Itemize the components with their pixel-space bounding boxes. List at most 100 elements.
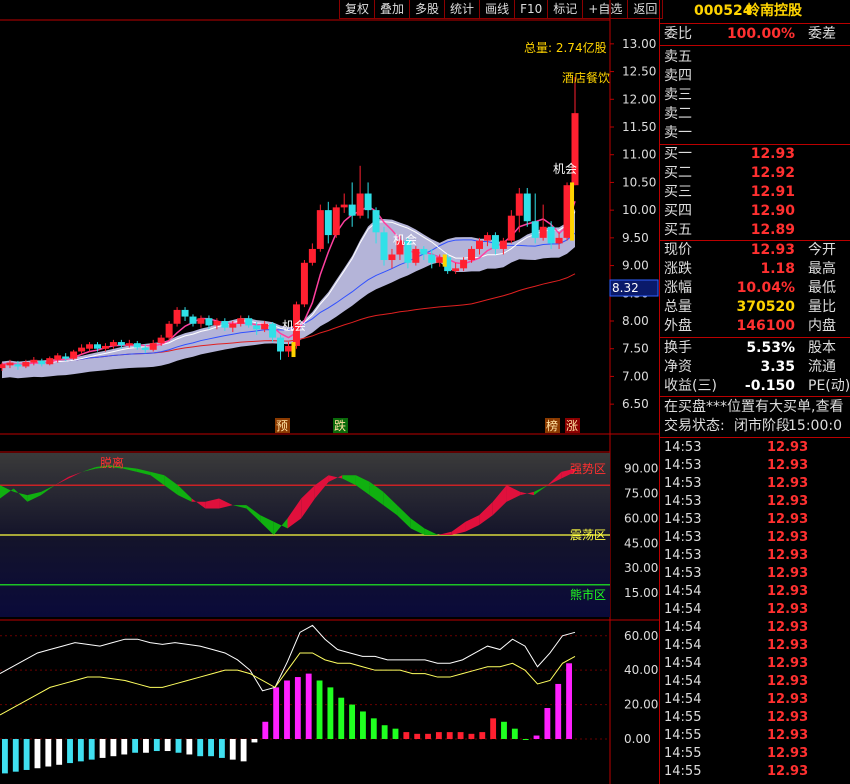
- toolbar-diejia-button[interactable]: 叠加: [374, 0, 411, 19]
- stat-label: 净资: [664, 359, 692, 375]
- stat-label2: 内盘: [808, 318, 836, 334]
- sell-1: 卖一: [664, 125, 692, 141]
- notice-text: 在买盘***位置有大买单,查看: [664, 399, 844, 415]
- tick-time: 14:53: [664, 440, 702, 455]
- tick-price: 12.93: [767, 566, 809, 581]
- candle-body: [221, 321, 229, 328]
- candle-body: [563, 185, 571, 238]
- y-tick-label: 12.00: [622, 92, 656, 106]
- candle-body: [181, 309, 189, 317]
- candle-body: [149, 343, 157, 350]
- toolbar-tongji-button[interactable]: 统计: [444, 0, 481, 19]
- sell-3: 卖三: [664, 87, 692, 103]
- candle-body: [189, 316, 197, 324]
- macd-bar: [45, 738, 52, 767]
- signal-bar: [570, 182, 575, 241]
- tick-row: 14:54 12.93: [662, 673, 850, 691]
- macd-bar: [218, 738, 225, 758]
- tick-time: 14:55: [664, 710, 702, 725]
- candle-body: [300, 262, 308, 305]
- toolbar-biaoji-button[interactable]: 标记: [547, 0, 584, 19]
- tick-time: 14:53: [664, 512, 702, 527]
- sell-2: 卖二: [664, 106, 692, 122]
- candle-body: [38, 360, 46, 365]
- macd-bar: [403, 732, 410, 739]
- stat-label2: 最低: [808, 280, 836, 296]
- y-tick-label: 30.00: [624, 561, 658, 575]
- macd-bar: [110, 738, 117, 757]
- tick-price: 12.93: [767, 530, 809, 545]
- y-tick-label: 60.00: [624, 511, 658, 525]
- macd-bar: [56, 738, 63, 765]
- zone-label: 强势区: [570, 462, 606, 476]
- macd-bar: [533, 735, 540, 739]
- text-label: 脱离: [100, 455, 124, 470]
- candle-body: [340, 204, 348, 208]
- candle-body: [165, 323, 173, 338]
- sell-4: 卖四: [664, 68, 692, 84]
- macd-bar: [338, 697, 345, 739]
- y-tick-label: 0.00: [624, 732, 651, 746]
- candle-body: [197, 318, 205, 324]
- macd-bar: [186, 738, 193, 755]
- candle-body: [539, 226, 547, 238]
- toolbar-fanhui-button[interactable]: 返回: [627, 0, 664, 19]
- candle-body: [460, 260, 468, 269]
- notice-row[interactable]: 在买盘***位置有大买单,查看: [662, 398, 850, 417]
- candle-body: [101, 345, 109, 349]
- stat-row: 外盘 146100 内盘: [662, 317, 850, 336]
- stat-row: 总量 370520 量比: [662, 298, 850, 317]
- tick-row: 14:54 12.93: [662, 691, 850, 709]
- tick-row: 14:53 12.93: [662, 457, 850, 475]
- tick-time: 14:55: [664, 728, 702, 743]
- tick-time: 14:53: [664, 476, 702, 491]
- macd-bar: [370, 718, 377, 739]
- macd-bar: [208, 738, 214, 757]
- tick-row: 14:53 12.93: [662, 493, 850, 511]
- candle-body: [86, 344, 94, 349]
- macd-bar: [566, 663, 572, 739]
- tick-row: 14:54 12.93: [662, 583, 850, 601]
- tick-time: 14:55: [664, 746, 702, 761]
- y-tick-label: 60.00: [624, 629, 658, 643]
- tick-price: 12.93: [767, 692, 809, 707]
- y-tick-label: 7.00: [622, 369, 649, 383]
- tick-price: 12.93: [767, 638, 809, 653]
- candle-body: [380, 232, 388, 261]
- toolbar-fuquan-button[interactable]: 复权: [339, 0, 376, 19]
- toolbar-f10-button[interactable]: F10: [514, 0, 549, 19]
- toolbar-huaxian-button[interactable]: 画线: [479, 0, 516, 19]
- tick-price: 12.93: [767, 476, 809, 491]
- toolbar-zixuan-button[interactable]: +自选: [582, 0, 629, 19]
- macd-bar: [305, 673, 312, 739]
- stat-value: 5.53%: [746, 340, 795, 356]
- candle-body: [555, 237, 563, 244]
- stat-label2: 量比: [808, 299, 836, 315]
- candle-body: [62, 356, 70, 359]
- buy-5: 买五 12.89: [664, 222, 795, 238]
- stat-value: 3.35: [760, 359, 795, 375]
- toolbar: 复权 叠加 多股 统计 画线 F10 标记 +自选 返回: [339, 0, 664, 20]
- stat-row: 现价 12.93 今开: [662, 241, 850, 260]
- tick-price: 12.93: [767, 458, 809, 473]
- candle-body: [348, 204, 356, 216]
- macd-bar: [511, 728, 518, 739]
- signal-label: 机会: [553, 162, 577, 176]
- macd-bar: [490, 718, 497, 739]
- macd-bar: [360, 711, 366, 739]
- macd-bar: [197, 738, 204, 757]
- tick-time: 14:53: [664, 566, 702, 581]
- toolbar-duogu-button[interactable]: 多股: [409, 0, 446, 19]
- stat-label: 总量: [664, 299, 692, 315]
- candle-body: [285, 345, 292, 352]
- candle-body: [523, 193, 531, 222]
- candle-body: [94, 344, 101, 349]
- y-tick-label: 10.50: [622, 175, 656, 189]
- bottom-tag-label: 涨: [566, 418, 578, 433]
- tick-time: 14:54: [664, 638, 702, 653]
- buy-2: 买二 12.92: [664, 165, 795, 181]
- macd-bar: [132, 738, 139, 753]
- candle-body: [117, 342, 125, 346]
- tick-row: 14:53 12.93: [662, 547, 850, 565]
- candle-body: [428, 254, 436, 263]
